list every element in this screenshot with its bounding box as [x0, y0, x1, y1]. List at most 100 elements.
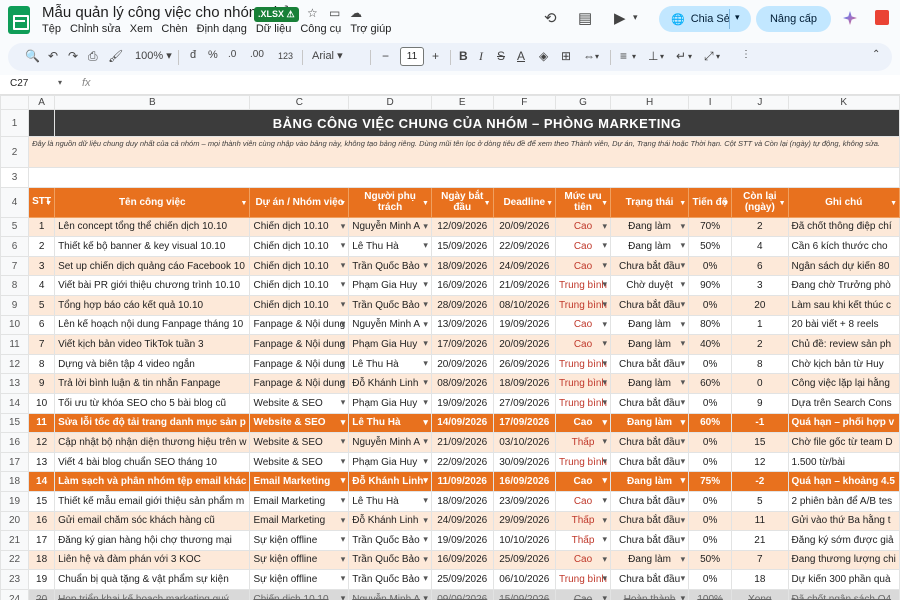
paint-format-icon[interactable]: 🖌 [108, 49, 123, 63]
filter-icon[interactable]: ▼ [679, 198, 686, 209]
cell-start-date[interactable]: 22/09/2026 [430, 451, 494, 473]
cell-deadline[interactable]: 25/09/2026 [492, 549, 557, 571]
italic-icon[interactable]: I [479, 49, 483, 64]
cell-note[interactable]: Gửi vào thứ Ba hằng t [787, 510, 900, 532]
cell-stt[interactable]: 12 [28, 432, 56, 453]
cell-note[interactable]: Ngân sách dự kiến 80 [787, 255, 900, 277]
cell-owner[interactable]: Lê Thu Hà [348, 236, 432, 257]
font-size-decrease-button[interactable]: − [382, 49, 389, 63]
cell-owner[interactable]: Lê Thu Hà [348, 412, 432, 434]
cell-start-date[interactable]: 19/09/2026 [430, 392, 494, 414]
cell-progress[interactable]: 0% [688, 294, 733, 316]
filter-icon[interactable]: ▼ [722, 198, 729, 209]
cell-priority[interactable]: Cao [555, 255, 611, 277]
cell-start-date[interactable]: 16/09/2026 [430, 275, 494, 296]
row-header[interactable]: 11 [0, 334, 30, 355]
cell-task[interactable]: Lên kế hoạch nội dung Fanpage tháng 10 [54, 314, 251, 336]
cell-deadline[interactable]: 21/09/2026 [492, 275, 557, 296]
header-stt[interactable]: STT ▼ [28, 186, 56, 218]
font-size-increase-button[interactable]: + [432, 49, 439, 63]
cell-owner[interactable]: Trần Quốc Bảo [348, 530, 432, 551]
cell-project[interactable]: Website & SEO [249, 412, 350, 434]
strikethrough-icon[interactable]: S [497, 49, 505, 63]
cell-deadline[interactable]: 17/09/2026 [492, 412, 557, 434]
cell-priority[interactable]: Trung bình [555, 373, 611, 394]
cell-project[interactable]: Fanpage & Nội dung [249, 334, 350, 355]
cell-task[interactable]: Viết 4 bài blog chuẩn SEO tháng 10 [54, 451, 251, 473]
cell-project[interactable]: Website & SEO [249, 432, 350, 453]
cell-project[interactable]: Email Marketing [249, 471, 350, 492]
column-header-g[interactable]: G [555, 95, 611, 110]
cell-progress[interactable]: 0% [688, 569, 733, 590]
cell-stt[interactable]: 20 [28, 588, 56, 600]
cell-status[interactable]: Chưa bắt đầu [609, 392, 690, 414]
cell-start-date[interactable]: 13/09/2026 [430, 314, 494, 336]
cell-progress[interactable]: 100% [688, 588, 733, 600]
menu-data[interactable]: Dữ liệu [256, 23, 292, 35]
cell-remaining[interactable]: Xong [731, 588, 789, 600]
cell-project[interactable]: Sự kiện offline [249, 569, 350, 590]
cell-task[interactable]: Gửi email chăm sóc khách hàng cũ [54, 510, 251, 532]
cell-project[interactable]: Chiến dịch 10.10 [249, 216, 350, 238]
cell-owner[interactable]: Đỗ Khánh Linh [348, 510, 432, 532]
merge-cells-icon[interactable]: ⇔ [583, 49, 595, 63]
cell-task[interactable]: Cập nhật bộ nhận diện thương hiệu trên w [54, 432, 251, 453]
cell-status[interactable]: Đang làm [609, 549, 690, 571]
vertical-align-icon[interactable]: ⊥ [648, 49, 658, 63]
cell-deadline[interactable]: 03/10/2026 [492, 432, 557, 453]
cell-deadline[interactable]: 29/09/2026 [492, 510, 557, 532]
cell-priority[interactable]: Trung bình [555, 294, 611, 316]
meet-caret-icon[interactable]: ▾ [633, 12, 638, 23]
cell-start-date[interactable]: 15/09/2026 [430, 236, 494, 257]
cell-priority[interactable]: Trung bình [555, 569, 611, 590]
undo-icon[interactable]: ↶ [48, 49, 58, 63]
cell-owner[interactable]: Lê Thu Hà [348, 353, 432, 375]
cell-project[interactable]: Chiến dịch 10.10 [249, 588, 350, 600]
cell-deadline[interactable]: 24/09/2026 [492, 255, 557, 277]
zoom-select[interactable]: 100% ▾ [135, 49, 172, 62]
share-button[interactable]: 🌐 Chia Sẻ ▾ [659, 6, 751, 32]
cell-note[interactable]: 20 bài viết + 8 reels [787, 314, 900, 336]
cell-stt[interactable]: 6 [28, 314, 56, 336]
cell-status[interactable]: Chưa bắt đầu [609, 510, 690, 532]
cell-project[interactable]: Email Marketing [249, 510, 350, 532]
cell-remaining[interactable]: 4 [731, 236, 789, 257]
row-header[interactable]: 7 [0, 255, 30, 277]
cell-priority[interactable]: Cao [555, 412, 611, 434]
cell-owner[interactable]: Phạm Gia Huy [348, 275, 432, 296]
cell-project[interactable]: Fanpage & Nội dung [249, 314, 350, 336]
header-priority[interactable]: Mức ưu tiên ▼ [555, 186, 611, 218]
cell-project[interactable]: Chiến dịch 10.10 [249, 255, 350, 277]
cell-status[interactable]: Hoàn thành [609, 588, 690, 600]
menu-format[interactable]: Định dạng [197, 23, 247, 35]
cell-deadline[interactable]: 10/10/2026 [492, 530, 557, 551]
extension-icon[interactable] [875, 10, 889, 25]
cell-start-date[interactable]: 08/09/2026 [430, 373, 494, 394]
cell-stt[interactable]: 10 [28, 392, 56, 414]
text-wrap-icon[interactable]: ↵ [676, 49, 686, 63]
filter-icon[interactable]: ▼ [339, 198, 346, 209]
percent-format-button[interactable]: % [208, 49, 218, 61]
cell-progress[interactable]: 90% [688, 275, 733, 296]
name-box[interactable]: C27 [10, 78, 28, 89]
header-project[interactable]: Dự án / Nhóm việc ▼ [249, 186, 350, 218]
menu-tools[interactable]: Công cụ [300, 23, 341, 35]
cell-status[interactable]: Chưa bắt đầu [609, 530, 690, 551]
column-header-d[interactable]: D [348, 95, 432, 110]
cell-project[interactable]: Sự kiện offline [249, 530, 350, 551]
cell-stt[interactable]: 13 [28, 451, 56, 473]
cell-stt[interactable]: 9 [28, 373, 56, 394]
column-header-f[interactable]: F [492, 95, 557, 110]
cell-owner[interactable]: Trần Quốc Bảo [348, 294, 432, 316]
collapse-toolbar-icon[interactable]: ⌃ [872, 49, 880, 60]
redo-icon[interactable]: ↷ [68, 49, 78, 63]
cell-note[interactable]: 1.500 từ/bài [787, 451, 900, 473]
cell-deadline[interactable]: 18/09/2026 [492, 373, 557, 394]
cell-remaining[interactable]: 12 [731, 451, 789, 473]
cell-remaining[interactable]: 8 [731, 353, 789, 375]
cell-owner[interactable]: Trần Quốc Bảo [348, 569, 432, 590]
cell-stt[interactable]: 8 [28, 353, 56, 375]
filter-icon[interactable]: ▼ [484, 198, 491, 209]
currency-format-button[interactable]: đ [190, 49, 196, 61]
cell-stt[interactable]: 5 [28, 294, 56, 316]
